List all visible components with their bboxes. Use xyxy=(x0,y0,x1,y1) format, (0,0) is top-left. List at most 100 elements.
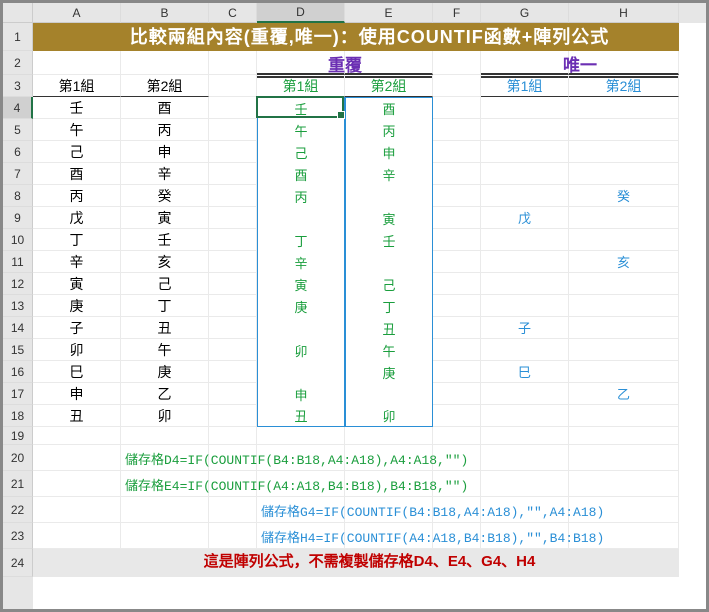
cell-A10[interactable]: 丁 xyxy=(33,229,121,251)
cell-A15[interactable]: 卯 xyxy=(33,339,121,361)
column-header-C[interactable]: C xyxy=(209,3,257,23)
cell-E10[interactable]: 壬 xyxy=(345,229,433,251)
cell-D14[interactable] xyxy=(257,317,345,339)
cell-G13[interactable] xyxy=(481,295,569,317)
cell-A20[interactable] xyxy=(33,445,121,471)
cell-A11[interactable]: 辛 xyxy=(33,251,121,273)
cell-C10[interactable] xyxy=(209,229,257,251)
row-header-24[interactable]: 24 xyxy=(3,549,33,577)
column-header-F[interactable]: F xyxy=(433,3,481,23)
row-header-11[interactable]: 11 xyxy=(3,251,33,273)
cell-B11[interactable]: 亥 xyxy=(121,251,209,273)
cell-E12[interactable]: 己 xyxy=(345,273,433,295)
cell-E17[interactable] xyxy=(345,383,433,405)
cell-A5[interactable]: 午 xyxy=(33,119,121,141)
cell-A13[interactable]: 庚 xyxy=(33,295,121,317)
row-header-2[interactable]: 2 xyxy=(3,51,33,75)
cell-C4[interactable] xyxy=(209,97,257,119)
cell-F4[interactable] xyxy=(433,97,481,119)
cell-F12[interactable] xyxy=(433,273,481,295)
cell-B10[interactable]: 壬 xyxy=(121,229,209,251)
cell-B14[interactable]: 丑 xyxy=(121,317,209,339)
row-header-4[interactable]: 4 xyxy=(3,97,33,119)
cell-F13[interactable] xyxy=(433,295,481,317)
row-header-23[interactable]: 23 xyxy=(3,523,33,549)
cell-H7[interactable] xyxy=(569,163,679,185)
row-header-5[interactable]: 5 xyxy=(3,119,33,141)
cell-D18[interactable]: 丑 xyxy=(257,405,345,427)
cell-A23[interactable] xyxy=(33,523,121,549)
column-header-D[interactable]: D xyxy=(257,3,345,23)
cell-B17[interactable]: 乙 xyxy=(121,383,209,405)
cell-B6[interactable]: 申 xyxy=(121,141,209,163)
cell-C17[interactable] xyxy=(209,383,257,405)
row-header-22[interactable]: 22 xyxy=(3,497,33,523)
cell-C14[interactable] xyxy=(209,317,257,339)
cell-B5[interactable]: 丙 xyxy=(121,119,209,141)
row-header-21[interactable]: 21 xyxy=(3,471,33,497)
cell-E16[interactable]: 庚 xyxy=(345,361,433,383)
cell-E14[interactable]: 丑 xyxy=(345,317,433,339)
cell-C12[interactable] xyxy=(209,273,257,295)
cell-E11[interactable] xyxy=(345,251,433,273)
cell-A2[interactable] xyxy=(33,51,121,75)
cell-B2[interactable] xyxy=(121,51,209,75)
cell-E19[interactable] xyxy=(345,427,433,445)
cell-G4[interactable] xyxy=(481,97,569,119)
cell-C11[interactable] xyxy=(209,251,257,273)
cell-D5[interactable]: 午 xyxy=(257,119,345,141)
cell-C7[interactable] xyxy=(209,163,257,185)
grid[interactable]: 比較兩組內容(重覆,唯一)：使用COUNTIF函數+陣列公式重覆唯一第1組第2組… xyxy=(33,23,706,609)
cell-H18[interactable] xyxy=(569,405,679,427)
column-header-A[interactable]: A xyxy=(33,3,121,23)
cell-E13[interactable]: 丁 xyxy=(345,295,433,317)
row-header-3[interactable]: 3 xyxy=(3,75,33,97)
cell-D17[interactable]: 申 xyxy=(257,383,345,405)
cell-G18[interactable] xyxy=(481,405,569,427)
cell-C13[interactable] xyxy=(209,295,257,317)
row-header-10[interactable]: 10 xyxy=(3,229,33,251)
cell-E5[interactable]: 丙 xyxy=(345,119,433,141)
cell-C22[interactable] xyxy=(209,497,257,523)
cell-B4[interactable]: 酉 xyxy=(121,97,209,119)
cell-B15[interactable]: 午 xyxy=(121,339,209,361)
select-all-corner[interactable] xyxy=(3,3,33,23)
cell-A8[interactable]: 丙 xyxy=(33,185,121,207)
cell-A19[interactable] xyxy=(33,427,121,445)
cell-H11[interactable]: 亥 xyxy=(569,251,679,273)
row-header-18[interactable]: 18 xyxy=(3,405,33,427)
cell-F14[interactable] xyxy=(433,317,481,339)
cell-C6[interactable] xyxy=(209,141,257,163)
cell-F6[interactable] xyxy=(433,141,481,163)
row-header-14[interactable]: 14 xyxy=(3,317,33,339)
cell-D15[interactable]: 卯 xyxy=(257,339,345,361)
cell-D16[interactable] xyxy=(257,361,345,383)
cell-F16[interactable] xyxy=(433,361,481,383)
cell-G10[interactable] xyxy=(481,229,569,251)
cell-F18[interactable] xyxy=(433,405,481,427)
cell-G6[interactable] xyxy=(481,141,569,163)
cell-B19[interactable] xyxy=(121,427,209,445)
cell-C2[interactable] xyxy=(209,51,257,75)
cell-D8[interactable]: 丙 xyxy=(257,185,345,207)
row-header-7[interactable]: 7 xyxy=(3,163,33,185)
cell-A16[interactable]: 巳 xyxy=(33,361,121,383)
cell-H15[interactable] xyxy=(569,339,679,361)
cell-G5[interactable] xyxy=(481,119,569,141)
cell-E15[interactable]: 午 xyxy=(345,339,433,361)
cell-A4[interactable]: 壬 xyxy=(33,97,121,119)
cell-F8[interactable] xyxy=(433,185,481,207)
cell-G9[interactable]: 戊 xyxy=(481,207,569,229)
cell-G12[interactable] xyxy=(481,273,569,295)
cell-F5[interactable] xyxy=(433,119,481,141)
cell-G20[interactable] xyxy=(481,445,569,471)
cell-B8[interactable]: 癸 xyxy=(121,185,209,207)
cell-A9[interactable]: 戊 xyxy=(33,207,121,229)
cell-G11[interactable] xyxy=(481,251,569,273)
cell-F10[interactable] xyxy=(433,229,481,251)
cell-F3[interactable] xyxy=(433,75,481,97)
cell-E18[interactable]: 卯 xyxy=(345,405,433,427)
cell-D6[interactable]: 己 xyxy=(257,141,345,163)
cell-H4[interactable] xyxy=(569,97,679,119)
column-header-E[interactable]: E xyxy=(345,3,433,23)
